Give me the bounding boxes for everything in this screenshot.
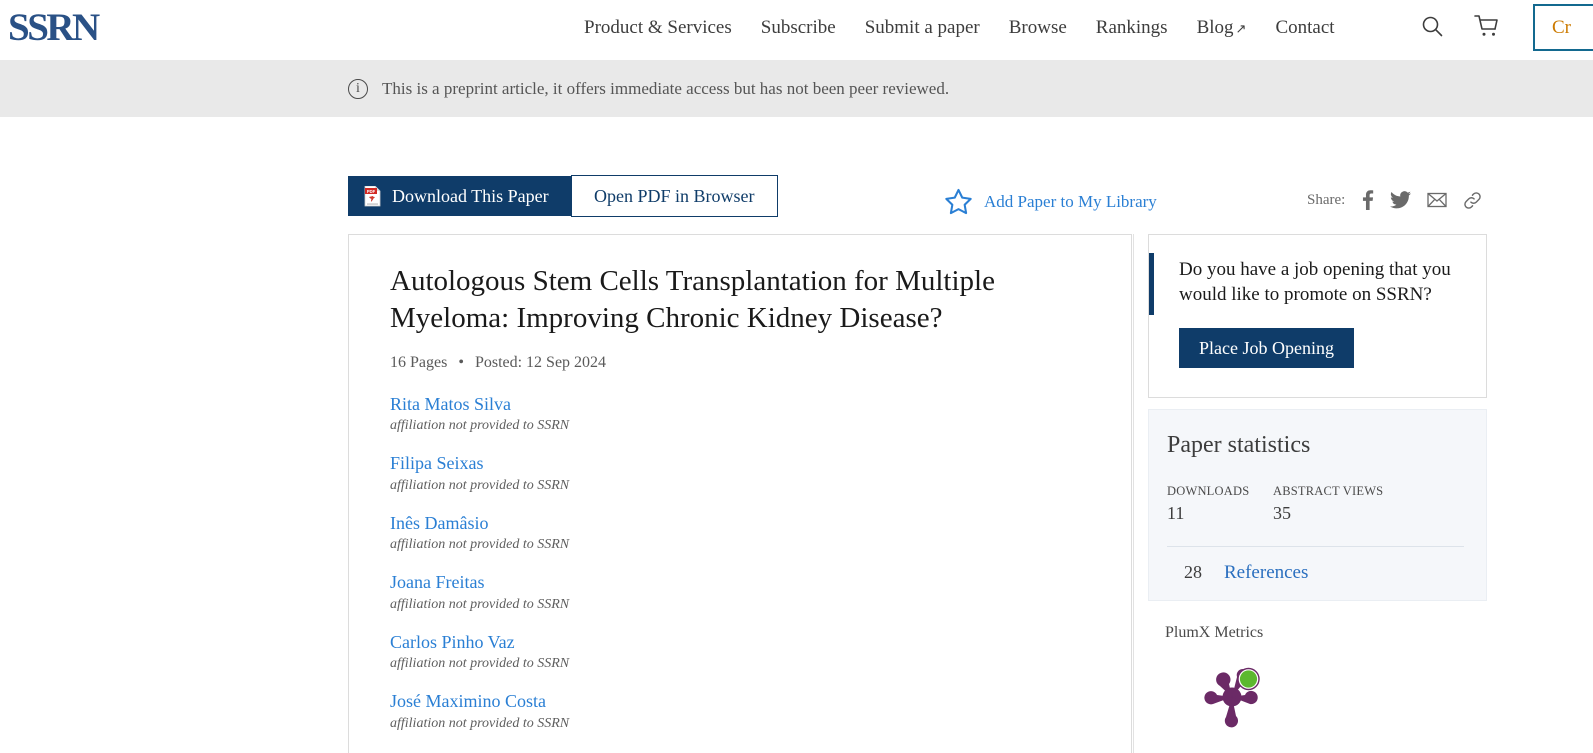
info-circle-icon: i	[348, 79, 368, 99]
statistics-row: DOWNLOADS 11 ABSTRACT VIEWS 35	[1167, 484, 1464, 524]
nav-item-product-services[interactable]: Product & Services	[584, 17, 732, 39]
author-name-link[interactable]: Filipa Seixas	[390, 452, 1131, 475]
add-library-label: Add Paper to My Library	[984, 192, 1157, 212]
author-affiliation: affiliation not provided to SSRN	[390, 597, 1131, 613]
plumx-widget[interactable]	[1165, 657, 1487, 734]
author-affiliation: affiliation not provided to SSRN	[390, 418, 1131, 434]
references-row: 28 References	[1167, 562, 1464, 584]
nav-item-blog[interactable]: Blog↗	[1197, 17, 1247, 39]
list-item: Carlos Pinho Vaz affiliation not provide…	[390, 631, 1131, 673]
accent-bar	[1149, 253, 1154, 315]
paper-statistics-box: Paper statistics DOWNLOADS 11 ABSTRACT V…	[1148, 409, 1487, 601]
author-affiliation: affiliation not provided to SSRN	[390, 537, 1131, 553]
ssrn-logo[interactable]: SSRN	[8, 8, 98, 47]
nav-label: Product & Services	[584, 17, 732, 38]
author-affiliation: affiliation not provided to SSRN	[390, 478, 1131, 494]
download-this-paper-button[interactable]: PDF Download This Paper	[348, 176, 571, 216]
shopping-cart-icon[interactable]	[1474, 14, 1500, 38]
star-outline-icon	[944, 187, 973, 216]
author-list: Rita Matos Silva affiliation not provide…	[390, 393, 1131, 732]
author-name-link[interactable]: Inês Damâsio	[390, 512, 1131, 535]
downloads-value: 11	[1167, 503, 1273, 524]
link-icon[interactable]	[1463, 191, 1482, 210]
external-link-arrow-icon: ↗	[1236, 21, 1247, 37]
downloads-stat: DOWNLOADS 11	[1167, 484, 1273, 524]
nav-label: Browse	[1009, 17, 1067, 38]
twitter-icon[interactable]	[1390, 191, 1411, 209]
preprint-notice-bar: i This is a preprint article, it offers …	[0, 60, 1593, 117]
plumx-plumprint-icon[interactable]	[1198, 657, 1270, 729]
list-item: Rita Matos Silva affiliation not provide…	[390, 393, 1131, 435]
page-title: Autologous Stem Cells Transplantation fo…	[390, 263, 1091, 337]
nav-label: Subscribe	[761, 17, 836, 38]
list-item: Inês Damâsio affiliation not provided to…	[390, 512, 1131, 554]
list-item: José Maximino Costa affiliation not prov…	[390, 690, 1131, 732]
nav-label: Blog	[1197, 17, 1234, 38]
email-icon[interactable]	[1427, 192, 1447, 208]
share-group: Share:	[1307, 190, 1482, 210]
share-label: Share:	[1307, 192, 1345, 209]
nav-label: Contact	[1275, 17, 1334, 38]
nav-item-browse[interactable]: Browse	[1009, 17, 1067, 39]
nav-item-rankings[interactable]: Rankings	[1096, 17, 1168, 39]
paper-statistics-title: Paper statistics	[1167, 432, 1464, 459]
main-navigation: Product & Services Subscribe Submit a pa…	[584, 17, 1335, 39]
nav-item-subscribe[interactable]: Subscribe	[761, 17, 836, 39]
author-affiliation: affiliation not provided to SSRN	[390, 656, 1131, 672]
open-pdf-button-label: Open PDF in Browser	[594, 186, 755, 207]
abstract-views-stat: ABSTRACT VIEWS 35	[1273, 484, 1383, 524]
facebook-icon[interactable]	[1361, 190, 1374, 210]
paper-action-bar: PDF Download This Paper Open PDF in Brow…	[0, 117, 1593, 234]
author-name-link[interactable]: Rita Matos Silva	[390, 393, 1131, 416]
page-body: Autologous Stem Cells Transplantation fo…	[0, 234, 1593, 753]
svg-text:PDF: PDF	[367, 189, 376, 194]
place-job-opening-button[interactable]: Place Job Opening	[1179, 328, 1354, 368]
paper-posted-date: Posted: 12 Sep 2024	[475, 354, 606, 371]
abstract-views-label: ABSTRACT VIEWS	[1273, 484, 1383, 499]
abstract-views-value: 35	[1273, 503, 1383, 524]
add-paper-to-library-button[interactable]: Add Paper to My Library	[944, 187, 1157, 216]
nav-label: Submit a paper	[865, 17, 980, 38]
author-name-link[interactable]: José Maximino Costa	[390, 690, 1131, 713]
pdf-file-icon: PDF	[364, 186, 381, 207]
preprint-notice-text: This is a preprint article, it offers im…	[382, 79, 949, 99]
header-icon-group	[1420, 14, 1500, 38]
references-count: 28	[1184, 562, 1224, 583]
divider	[1167, 546, 1464, 547]
paper-meta: 16 Pages • Posted: 12 Sep 2024	[390, 354, 1131, 372]
info-glyph: i	[356, 81, 360, 97]
site-header: SSRN Product & Services Subscribe Submit…	[0, 0, 1593, 60]
author-name-link[interactable]: Joana Freitas	[390, 571, 1131, 594]
meta-separator: •	[458, 354, 464, 371]
plumx-metrics-section: PlumX Metrics	[1148, 624, 1487, 734]
open-pdf-in-browser-button[interactable]: Open PDF in Browser	[571, 175, 778, 217]
plumx-metrics-title: PlumX Metrics	[1165, 624, 1487, 642]
author-affiliation: affiliation not provided to SSRN	[390, 716, 1131, 732]
nav-item-contact[interactable]: Contact	[1275, 17, 1334, 39]
list-item: Filipa Seixas affiliation not provided t…	[390, 452, 1131, 494]
nav-label: Rankings	[1096, 17, 1168, 38]
job-opening-promo-box: Do you have a job opening that you would…	[1148, 234, 1487, 398]
create-account-button[interactable]: Cr	[1533, 4, 1593, 51]
job-promo-title: Do you have a job opening that you would…	[1179, 258, 1466, 307]
list-item: Joana Freitas affiliation not provided t…	[390, 571, 1131, 613]
content-sidebar-divider	[1133, 234, 1134, 753]
download-button-label: Download This Paper	[392, 186, 549, 207]
right-sidebar: Do you have a job opening that you would…	[1148, 234, 1487, 734]
search-icon[interactable]	[1420, 14, 1444, 38]
nav-item-submit-a-paper[interactable]: Submit a paper	[865, 17, 980, 39]
downloads-label: DOWNLOADS	[1167, 484, 1273, 499]
author-name-link[interactable]: Carlos Pinho Vaz	[390, 631, 1131, 654]
paper-pages: 16 Pages	[390, 354, 447, 371]
paper-detail-card: Autologous Stem Cells Transplantation fo…	[348, 234, 1132, 753]
references-link[interactable]: References	[1224, 562, 1308, 584]
